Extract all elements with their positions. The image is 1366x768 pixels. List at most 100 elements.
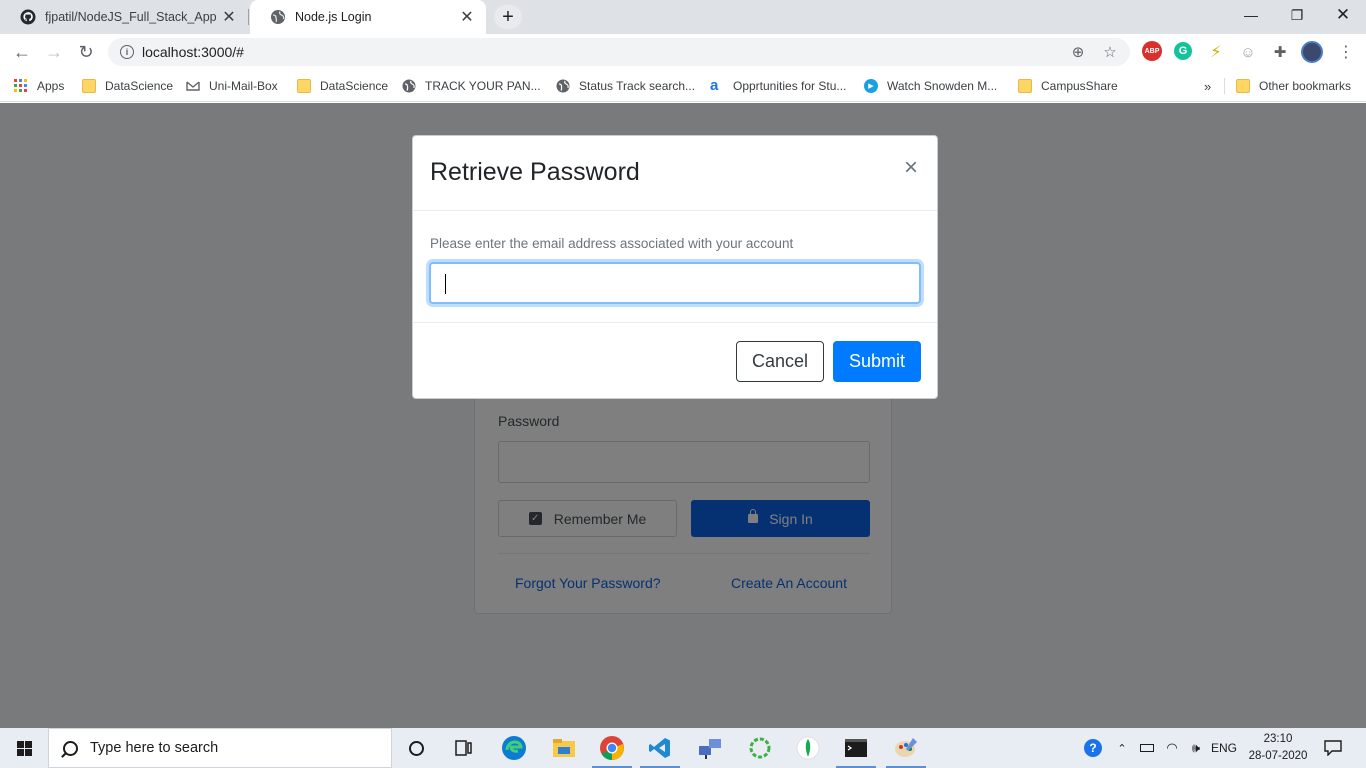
volume-icon[interactable]: 🕪 — [1185, 728, 1207, 768]
help-icon[interactable]: ? — [1080, 728, 1106, 768]
taskbar-search-box[interactable]: Type here to search — [48, 728, 392, 768]
new-tab-button[interactable]: + — [494, 5, 522, 29]
taskbar-search-placeholder: Type here to search — [90, 740, 219, 756]
paint-icon[interactable] — [882, 728, 930, 768]
bookmark-label: Other bookmarks — [1259, 79, 1352, 93]
email-prompt-label: Please enter the email address associate… — [430, 236, 794, 251]
bookmark-label: Apps — [37, 79, 65, 93]
bookmarks-overflow-chevron-icon[interactable]: » — [1204, 76, 1211, 96]
close-icon[interactable]: × — [899, 154, 923, 182]
overflow-label: » — [1204, 78, 1212, 94]
text-cursor — [445, 274, 446, 294]
back-icon[interactable]: ← — [8, 38, 36, 66]
bookmark-other-bookmarks[interactable]: Other bookmarks — [1236, 76, 1351, 96]
email-field[interactable] — [429, 262, 921, 304]
bookmark-opportunities[interactable]: a Opprtunities for Stu... — [710, 76, 846, 96]
bookmark-label: Opprtunities for Stu... — [733, 79, 847, 93]
adblock-icon[interactable]: ABP — [1142, 41, 1162, 61]
bookmark-track-your-pan[interactable]: TRACK YOUR PAN... — [402, 76, 541, 96]
modal-header: Retrieve Password × — [413, 136, 937, 211]
close-icon[interactable]: ✕ — [458, 8, 476, 26]
tab-nodejs-login[interactable]: Node.js Login ✕ — [250, 0, 486, 34]
tab-github[interactable]: fjpatil/NodeJS_Full_Stack_App ✕ — [0, 0, 248, 34]
bookmarks-divider — [1224, 78, 1225, 94]
network-app-icon[interactable] — [686, 728, 734, 768]
search-icon — [63, 740, 78, 756]
grammarly-icon[interactable]: G — [1174, 42, 1192, 60]
bookmark-status-track[interactable]: Status Track search... — [556, 76, 695, 96]
mail-icon — [186, 81, 200, 91]
restore-icon[interactable]: ❐ — [1274, 0, 1320, 30]
terminal-icon[interactable] — [832, 728, 880, 768]
globe-icon — [556, 79, 570, 93]
github-icon — [20, 9, 36, 25]
play-icon: ▶ — [864, 79, 878, 93]
globe-icon — [271, 10, 285, 24]
battery-icon[interactable] — [1136, 728, 1158, 768]
windows-taskbar: Type here to search ? ⌃ ◠ 🕪 ENG 23:10 28… — [0, 728, 1366, 768]
letter-a-icon: a — [710, 77, 719, 94]
close-icon[interactable]: ✕ — [220, 8, 238, 26]
show-hidden-icons-chevron-icon[interactable]: ⌃ — [1112, 728, 1132, 768]
bookmark-label: DataScience — [320, 79, 389, 93]
edge-icon[interactable] — [490, 728, 538, 768]
page-content: Password ✓ Remember Me Sign In Forgot Yo… — [0, 103, 1366, 728]
cancel-button[interactable]: Cancel — [736, 341, 824, 382]
start-button[interactable] — [0, 728, 48, 768]
grammarly-label: G — [1178, 45, 1188, 57]
bookmark-campusshare[interactable]: CampusShare — [1018, 76, 1118, 96]
bookmark-label: TRACK YOUR PAN... — [425, 79, 541, 93]
url-text: localhost:3000/# — [142, 44, 244, 60]
profile-avatar[interactable] — [1301, 41, 1323, 63]
reload-icon[interactable]: ↻ — [72, 38, 100, 66]
green-ring-app-icon[interactable] — [736, 728, 784, 768]
adblock-label: ABP — [1144, 47, 1160, 55]
file-explorer-icon[interactable] — [540, 728, 588, 768]
mongodb-compass-icon[interactable] — [784, 728, 832, 768]
browser-toolbar: ← → ↻ i localhost:3000/# ⊕ ☆ ABP G ⚡ ☺ ✚… — [0, 34, 1366, 70]
folder-icon — [297, 79, 311, 93]
task-view-icon[interactable] — [440, 728, 488, 768]
cortana-icon[interactable] — [392, 728, 440, 768]
bookmark-apps[interactable]: Apps — [14, 76, 64, 96]
bookmark-label: CampusShare — [1041, 79, 1118, 93]
bookmark-watch-snowden[interactable]: ▶ Watch Snowden M... — [864, 76, 997, 96]
apps-grid-icon — [14, 79, 27, 92]
chrome-icon[interactable] — [588, 728, 636, 768]
menu-kebab-icon[interactable]: ⋮ — [1336, 42, 1356, 62]
language-indicator[interactable]: ENG — [1210, 728, 1238, 768]
tab-title: Node.js Login — [295, 10, 372, 24]
info-icon[interactable]: i — [120, 45, 134, 59]
browser-tab-strip: fjpatil/NodeJS_Full_Stack_App ✕ Node.js … — [0, 0, 1366, 34]
wifi-icon[interactable]: ◠ — [1161, 728, 1183, 768]
taskbar-clock[interactable]: 23:10 28-07-2020 — [1248, 731, 1308, 765]
tab-title: fjpatil/NodeJS_Full_Stack_App — [45, 10, 217, 24]
folder-icon — [1236, 79, 1250, 93]
folder-icon — [82, 79, 96, 93]
folder-icon — [1018, 79, 1032, 93]
lightning-extension-icon[interactable]: ⚡ — [1206, 42, 1226, 62]
clock-time: 23:10 — [1263, 733, 1293, 745]
window-close-icon[interactable]: ✕ — [1320, 0, 1366, 30]
minimize-icon[interactable]: — — [1228, 0, 1274, 30]
modal-footer-divider — [413, 322, 937, 323]
notifications-icon[interactable] — [1318, 728, 1348, 768]
submit-button[interactable]: Submit — [833, 341, 921, 382]
globe-icon — [402, 79, 416, 93]
retrieve-password-modal: Retrieve Password × Please enter the ema… — [412, 135, 938, 399]
bookmark-uni-mail-box[interactable]: Uni-Mail-Box — [186, 76, 278, 96]
bookmark-label: Watch Snowden M... — [887, 79, 998, 93]
address-bar[interactable]: i localhost:3000/# ⊕ ☆ — [108, 38, 1130, 66]
extensions-puzzle-icon[interactable]: ✚ — [1270, 42, 1290, 62]
extension-face-icon[interactable]: ☺ — [1238, 42, 1258, 62]
forward-icon[interactable]: → — [40, 38, 68, 66]
bookmark-datascience-2[interactable]: DataScience — [297, 76, 388, 96]
bookmark-label: DataScience — [105, 79, 174, 93]
bookmarks-bar: Apps DataScience Uni-Mail-Box DataScienc… — [0, 70, 1366, 102]
clock-date: 28-07-2020 — [1248, 750, 1308, 762]
bookmark-datascience[interactable]: DataScience — [82, 76, 173, 96]
vscode-icon[interactable] — [636, 728, 684, 768]
zoom-icon[interactable]: ⊕ — [1066, 38, 1090, 66]
bookmark-star-icon[interactable]: ☆ — [1098, 38, 1122, 66]
modal-title: Retrieve Password — [430, 158, 640, 186]
